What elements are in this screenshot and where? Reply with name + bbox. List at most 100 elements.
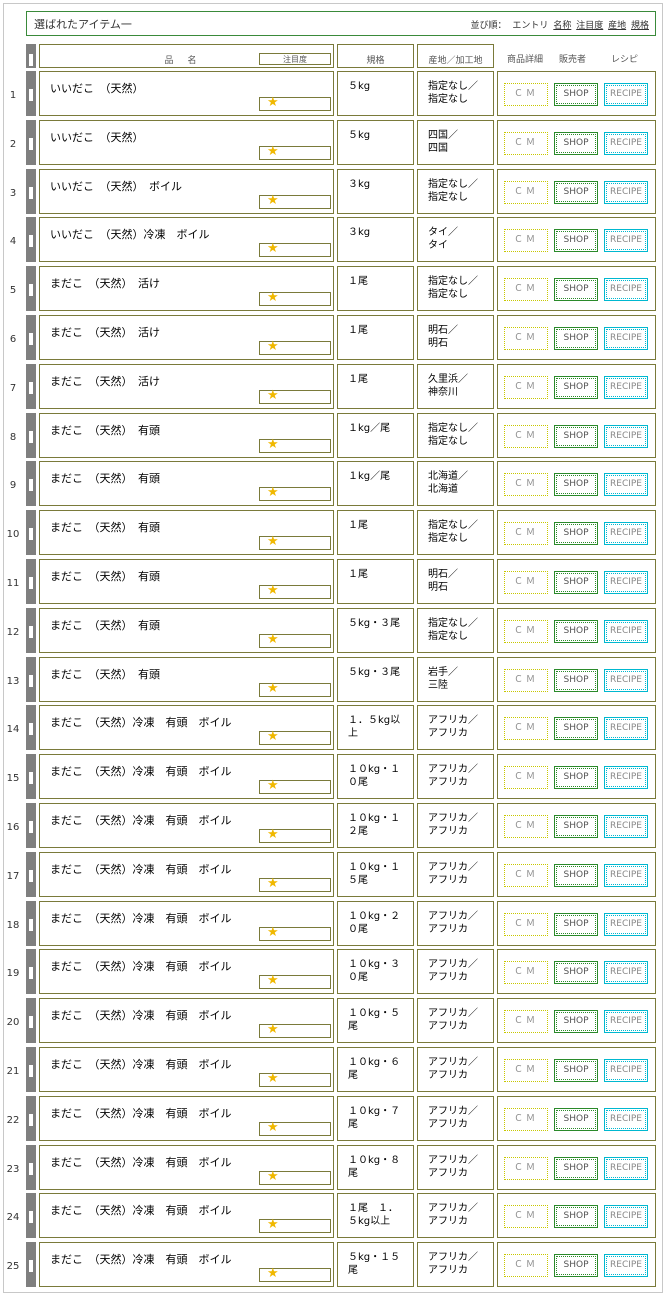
row-select-handle[interactable]	[26, 71, 36, 116]
recipe-button[interactable]: RECIPE	[604, 376, 648, 399]
item-name[interactable]: まだこ （天然）冷凍 有頭 ボイル	[50, 1007, 232, 1023]
recipe-button[interactable]: RECIPE	[604, 717, 648, 740]
shop-button[interactable]: SHOP	[554, 620, 598, 643]
recipe-button[interactable]: RECIPE	[604, 766, 648, 789]
row-select-handle[interactable]	[26, 998, 36, 1043]
shop-button[interactable]: SHOP	[554, 571, 598, 594]
row-select-handle[interactable]	[26, 266, 36, 311]
item-name[interactable]: まだこ （天然） 有頭	[50, 470, 160, 486]
row-select-handle[interactable]	[26, 901, 36, 946]
shop-button[interactable]: SHOP	[554, 961, 598, 984]
item-name[interactable]: まだこ （天然） 活け	[50, 324, 160, 340]
shop-button[interactable]: SHOP	[554, 1205, 598, 1228]
recipe-button[interactable]: RECIPE	[604, 1108, 648, 1131]
recipe-button[interactable]: RECIPE	[604, 327, 648, 350]
cm-button[interactable]: ＣＭ	[504, 327, 548, 350]
item-name[interactable]: まだこ （天然） 有頭	[50, 519, 160, 535]
shop-button[interactable]: SHOP	[554, 864, 598, 887]
recipe-button[interactable]: RECIPE	[604, 1157, 648, 1180]
recipe-button[interactable]: RECIPE	[604, 571, 648, 594]
row-select-handle[interactable]	[26, 1096, 36, 1141]
shop-button[interactable]: SHOP	[554, 1010, 598, 1033]
item-name[interactable]: まだこ （天然）冷凍 有頭 ボイル	[50, 714, 232, 730]
row-select-handle[interactable]	[26, 1242, 36, 1287]
cm-button[interactable]: ＣＭ	[504, 1108, 548, 1131]
item-name[interactable]: まだこ （天然） 有頭	[50, 568, 160, 584]
item-name[interactable]: まだこ （天然）冷凍 有頭 ボイル	[50, 910, 232, 926]
shop-button[interactable]: SHOP	[554, 425, 598, 448]
row-select-handle[interactable]	[26, 1193, 36, 1238]
shop-button[interactable]: SHOP	[554, 376, 598, 399]
item-name[interactable]: いいだこ （天然）	[50, 80, 144, 96]
attention-rating[interactable]: ★	[259, 925, 331, 941]
recipe-button[interactable]: RECIPE	[604, 229, 648, 252]
row-select-handle[interactable]	[26, 949, 36, 994]
recipe-button[interactable]: RECIPE	[604, 1059, 648, 1082]
sort-origin-link[interactable]: 産地	[608, 21, 626, 31]
attention-rating[interactable]: ★	[259, 583, 331, 599]
item-name[interactable]: まだこ （天然） 有頭	[50, 617, 160, 633]
shop-button[interactable]: SHOP	[554, 83, 598, 106]
cm-button[interactable]: ＣＭ	[504, 1010, 548, 1033]
attention-rating[interactable]: ★	[259, 973, 331, 989]
item-name[interactable]: まだこ （天然）冷凍 有頭 ボイル	[50, 1251, 232, 1267]
cm-button[interactable]: ＣＭ	[504, 717, 548, 740]
cm-button[interactable]: ＣＭ	[504, 571, 548, 594]
item-name[interactable]: まだこ （天然） 有頭	[50, 422, 160, 438]
attention-rating[interactable]: ★	[259, 1266, 331, 1282]
item-name[interactable]: まだこ （天然）冷凍 有頭 ボイル	[50, 861, 232, 877]
recipe-button[interactable]: RECIPE	[604, 669, 648, 692]
shop-button[interactable]: SHOP	[554, 327, 598, 350]
attention-rating[interactable]: ★	[259, 144, 331, 160]
item-name[interactable]: いいだこ （天然）	[50, 129, 144, 145]
cm-button[interactable]: ＣＭ	[504, 766, 548, 789]
row-select-handle[interactable]	[26, 169, 36, 214]
shop-button[interactable]: SHOP	[554, 1157, 598, 1180]
item-name[interactable]: まだこ （天然）冷凍 有頭 ボイル	[50, 958, 232, 974]
row-select-handle[interactable]	[26, 608, 36, 653]
item-name[interactable]: まだこ （天然） 有頭	[50, 666, 160, 682]
cm-button[interactable]: ＣＭ	[504, 961, 548, 984]
recipe-button[interactable]: RECIPE	[604, 522, 648, 545]
attention-rating[interactable]: ★	[259, 241, 331, 257]
cm-button[interactable]: ＣＭ	[504, 1059, 548, 1082]
attention-rating[interactable]: ★	[259, 534, 331, 550]
row-select-handle[interactable]	[26, 413, 36, 458]
item-name[interactable]: いいだこ （天然） ボイル	[50, 178, 182, 194]
cm-button[interactable]: ＣＭ	[504, 864, 548, 887]
cm-button[interactable]: ＣＭ	[504, 229, 548, 252]
shop-button[interactable]: SHOP	[554, 815, 598, 838]
attention-rating[interactable]: ★	[259, 778, 331, 794]
attention-rating[interactable]: ★	[259, 1217, 331, 1233]
recipe-button[interactable]: RECIPE	[604, 961, 648, 984]
shop-button[interactable]: SHOP	[554, 1108, 598, 1131]
recipe-button[interactable]: RECIPE	[604, 132, 648, 155]
cm-button[interactable]: ＣＭ	[504, 913, 548, 936]
recipe-button[interactable]: RECIPE	[604, 181, 648, 204]
recipe-button[interactable]: RECIPE	[604, 473, 648, 496]
row-select-handle[interactable]	[26, 754, 36, 799]
shop-button[interactable]: SHOP	[554, 229, 598, 252]
shop-button[interactable]: SHOP	[554, 766, 598, 789]
cm-button[interactable]: ＣＭ	[504, 425, 548, 448]
item-name[interactable]: まだこ （天然）冷凍 有頭 ボイル	[50, 1154, 232, 1170]
cm-button[interactable]: ＣＭ	[504, 1254, 548, 1277]
shop-button[interactable]: SHOP	[554, 717, 598, 740]
shop-button[interactable]: SHOP	[554, 669, 598, 692]
attention-rating[interactable]: ★	[259, 729, 331, 745]
recipe-button[interactable]: RECIPE	[604, 913, 648, 936]
shop-button[interactable]: SHOP	[554, 278, 598, 301]
cm-button[interactable]: ＣＭ	[504, 522, 548, 545]
item-name[interactable]: いいだこ （天然）冷凍 ボイル	[50, 226, 210, 242]
item-name[interactable]: まだこ （天然）冷凍 有頭 ボイル	[50, 763, 232, 779]
recipe-button[interactable]: RECIPE	[604, 1254, 648, 1277]
attention-rating[interactable]: ★	[259, 876, 331, 892]
attention-rating[interactable]: ★	[259, 193, 331, 209]
row-select-handle[interactable]	[26, 1047, 36, 1092]
attention-rating[interactable]: ★	[259, 632, 331, 648]
item-name[interactable]: まだこ （天然） 活け	[50, 275, 160, 291]
item-name[interactable]: まだこ （天然）冷凍 有頭 ボイル	[50, 1202, 232, 1218]
shop-button[interactable]: SHOP	[554, 473, 598, 496]
row-select-handle[interactable]	[26, 461, 36, 506]
item-name[interactable]: まだこ （天然）冷凍 有頭 ボイル	[50, 1105, 232, 1121]
